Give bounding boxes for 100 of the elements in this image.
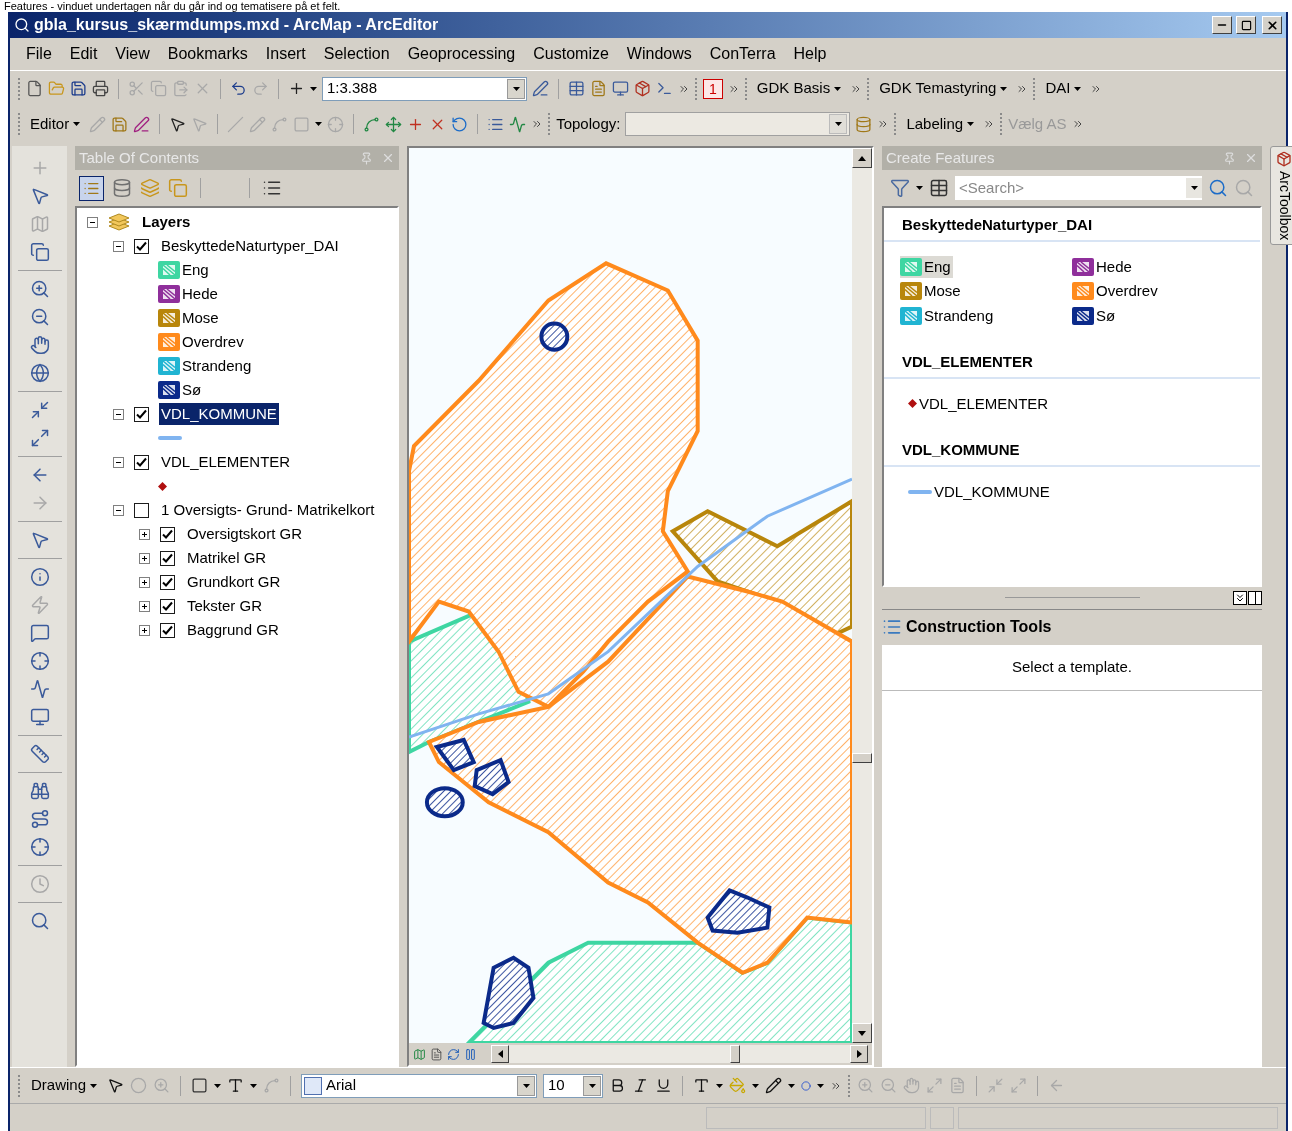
- layer-name[interactable]: 1 Oversigts- Grund- Matrikelkort: [159, 498, 377, 522]
- expand-icon[interactable]: [139, 600, 150, 612]
- grip-icon[interactable]: [894, 113, 898, 135]
- scroll-thumb[interactable]: [730, 1045, 740, 1063]
- toolbar-menu-button[interactable]: DAI: [1041, 77, 1086, 100]
- menu-item[interactable]: Bookmarks: [167, 42, 248, 66]
- caret-icon[interactable]: [788, 1083, 796, 1088]
- caret-icon[interactable]: [916, 186, 923, 190]
- save-edits-icon[interactable]: [111, 115, 129, 133]
- rectangle-icon[interactable]: [191, 1077, 209, 1094]
- menu-item[interactable]: View: [115, 42, 150, 66]
- split-icon[interactable]: [1248, 590, 1262, 605]
- feature-template[interactable]: VDL_KOMMUNE: [900, 480, 1052, 503]
- caret-icon[interactable]: [1074, 86, 1082, 91]
- speech-bubble-icon[interactable]: [29, 623, 50, 643]
- menu-item[interactable]: Edit: [69, 42, 98, 66]
- go-to-xy-icon[interactable]: [29, 837, 50, 857]
- collapse-icon[interactable]: [113, 408, 124, 420]
- layer-name[interactable]: VDL_KOMMUNE: [159, 402, 279, 426]
- checkbox[interactable]: [134, 406, 149, 422]
- caret-icon[interactable]: [752, 1083, 760, 1088]
- caret-icon[interactable]: [1190, 186, 1198, 190]
- font-color-icon[interactable]: [693, 1077, 711, 1094]
- caret-icon[interactable]: [834, 122, 842, 126]
- arctoolbox-tab[interactable]: ArcToolbox: [1270, 146, 1292, 246]
- font-size-combobox[interactable]: 10: [543, 1073, 604, 1098]
- identify-icon[interactable]: [29, 567, 50, 587]
- data-frame-label[interactable]: Layers: [140, 210, 193, 234]
- checkbox[interactable]: [160, 622, 175, 638]
- toolbar-menu-button[interactable]: Labeling: [902, 112, 979, 136]
- printer-icon[interactable]: [92, 80, 109, 97]
- checkbox[interactable]: [160, 550, 175, 566]
- marker-color-icon[interactable]: [801, 1080, 812, 1091]
- horizontal-scrollbar[interactable]: [491, 1045, 868, 1063]
- save-icon[interactable]: [70, 80, 87, 97]
- expand-icon[interactable]: [139, 576, 150, 588]
- grip-icon[interactable]: [744, 77, 748, 100]
- menu-item[interactable]: Windows: [626, 42, 692, 66]
- caret-icon[interactable]: [73, 122, 81, 126]
- right-arrow-icon[interactable]: [856, 1050, 862, 1058]
- select-elements-icon[interactable]: [107, 1077, 125, 1094]
- layer-name[interactable]: Baggrund GR: [185, 618, 281, 642]
- layer-name[interactable]: Matrikel GR: [185, 546, 269, 570]
- collapse-icon[interactable]: [113, 240, 124, 252]
- globe-icon[interactable]: [29, 363, 50, 383]
- layout-view-icon[interactable]: [430, 1047, 443, 1061]
- menu-item[interactable]: ConTerra: [709, 42, 776, 66]
- scroll-up-button[interactable]: [852, 148, 872, 168]
- grip-icon[interactable]: [1033, 77, 1037, 100]
- feature-template[interactable]: Strandeng: [900, 304, 996, 327]
- fixed-zoom-in-icon[interactable]: [29, 400, 50, 420]
- refresh-icon[interactable]: [447, 1047, 460, 1061]
- checkbox[interactable]: [134, 502, 149, 518]
- toolbar-menu-button[interactable]: Drawing: [27, 1074, 102, 1097]
- caret-icon[interactable]: [716, 1083, 724, 1088]
- collapse-icon[interactable]: [113, 504, 124, 516]
- down-arrow-icon[interactable]: [858, 1030, 866, 1036]
- zoom-out-icon[interactable]: [29, 307, 50, 327]
- catalog-icon[interactable]: [590, 80, 607, 97]
- topology-icon[interactable]: [855, 115, 873, 133]
- organize-templates-icon[interactable]: [929, 178, 949, 198]
- checkbox[interactable]: [134, 454, 149, 470]
- caret-icon[interactable]: [817, 1083, 825, 1088]
- caret-icon[interactable]: [967, 122, 975, 126]
- caret-icon[interactable]: [315, 122, 323, 126]
- caret-icon[interactable]: [310, 86, 317, 91]
- collapse-icon[interactable]: [1233, 590, 1247, 605]
- collapse-icon[interactable]: [113, 456, 124, 468]
- line-tools-icon[interactable]: [29, 679, 50, 699]
- caret-icon[interactable]: [250, 1083, 258, 1088]
- search-icon[interactable]: [1208, 178, 1228, 198]
- toolbar-menu-button[interactable]: GDK Temastyring: [875, 77, 1012, 100]
- underline-icon[interactable]: [655, 1077, 673, 1094]
- find-icon[interactable]: [29, 781, 50, 801]
- pause-icon[interactable]: [464, 1047, 477, 1061]
- reshape-icon[interactable]: [385, 115, 403, 133]
- sketch-properties-icon[interactable]: [509, 115, 527, 133]
- toolbar-menu-button[interactable]: GDK Basis: [752, 77, 846, 100]
- caret-icon[interactable]: [834, 86, 842, 91]
- feature-template[interactable]: Eng: [900, 255, 953, 278]
- menu-item[interactable]: Selection: [323, 42, 390, 66]
- menu-item[interactable]: Customize: [533, 42, 609, 66]
- expand-icon[interactable]: [139, 624, 150, 636]
- route-icon[interactable]: [29, 809, 50, 829]
- text-icon[interactable]: [227, 1077, 245, 1094]
- display-icon[interactable]: [29, 707, 50, 727]
- toolbox-icon[interactable]: [634, 80, 651, 97]
- checkbox[interactable]: [134, 238, 149, 254]
- toolbar-menu-button[interactable]: Editor: [26, 112, 85, 136]
- list-by-source-icon[interactable]: [112, 178, 132, 198]
- table-icon[interactable]: [568, 80, 585, 97]
- expand-icon[interactable]: [139, 552, 150, 564]
- up-arrow-icon[interactable]: [858, 155, 866, 161]
- feature-template[interactable]: Sø: [1072, 304, 1118, 327]
- caret-icon[interactable]: [214, 1083, 222, 1088]
- feature-template[interactable]: Overdrev: [1072, 280, 1160, 303]
- caret-icon[interactable]: [1000, 86, 1008, 91]
- fill-color-icon[interactable]: [729, 1077, 747, 1094]
- grip-icon[interactable]: [18, 113, 21, 135]
- expand-icon[interactable]: [139, 528, 150, 540]
